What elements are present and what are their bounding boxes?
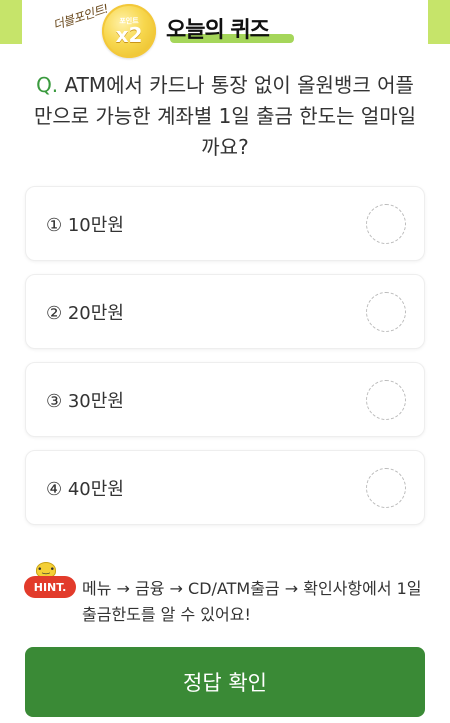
coin-multiplier: x2 <box>115 22 143 47</box>
answer-option-2[interactable]: ② 20만원 <box>25 274 425 349</box>
submit-answer-button[interactable]: 정답 확인 <box>25 647 425 717</box>
answer-option-label: ④ 40만원 <box>46 479 124 500</box>
question-prefix: Q. <box>36 73 59 97</box>
answer-option-label: ② 20만원 <box>46 303 124 324</box>
answer-option-3[interactable]: ③ 30만원 <box>25 362 425 437</box>
radio-circle-icon[interactable] <box>366 204 406 244</box>
radio-circle-icon[interactable] <box>366 292 406 332</box>
answer-option-1[interactable]: ① 10만원 <box>25 186 425 261</box>
hint-section: •‿• HINT. 메뉴 → 금융 → CD/ATM출금 → 확인사항에서 1일… <box>22 562 422 632</box>
coin-icon: 포인트 x2 <box>102 4 156 58</box>
answer-option-label: ① 10만원 <box>46 215 124 236</box>
question: Q. ATM에서 카드나 통장 없이 올원뱅크 어플만으로 가능한 계좌별 1일… <box>30 70 420 163</box>
page-title: 오늘의 퀴즈 <box>166 18 270 43</box>
answer-option-4[interactable]: ④ 40만원 <box>25 450 425 525</box>
hint-text: 메뉴 → 금융 → CD/ATM출금 → 확인사항에서 1일 출금한도를 알 수… <box>82 579 422 624</box>
top-decoration-left <box>0 0 22 44</box>
radio-circle-icon[interactable] <box>366 468 406 508</box>
question-text: ATM에서 카드나 통장 없이 올원뱅크 어플만으로 가능한 계좌별 1일 출금… <box>33 73 417 159</box>
radio-circle-icon[interactable] <box>366 380 406 420</box>
title-wrap: 오늘의 퀴즈 <box>166 12 294 44</box>
hint-badge: HINT. <box>24 576 76 598</box>
answer-option-label: ③ 30만원 <box>46 391 124 412</box>
quiz-header: 더블포인트! 포인트 x2 오늘의 퀴즈 <box>50 2 300 62</box>
top-decoration-right <box>428 0 450 44</box>
